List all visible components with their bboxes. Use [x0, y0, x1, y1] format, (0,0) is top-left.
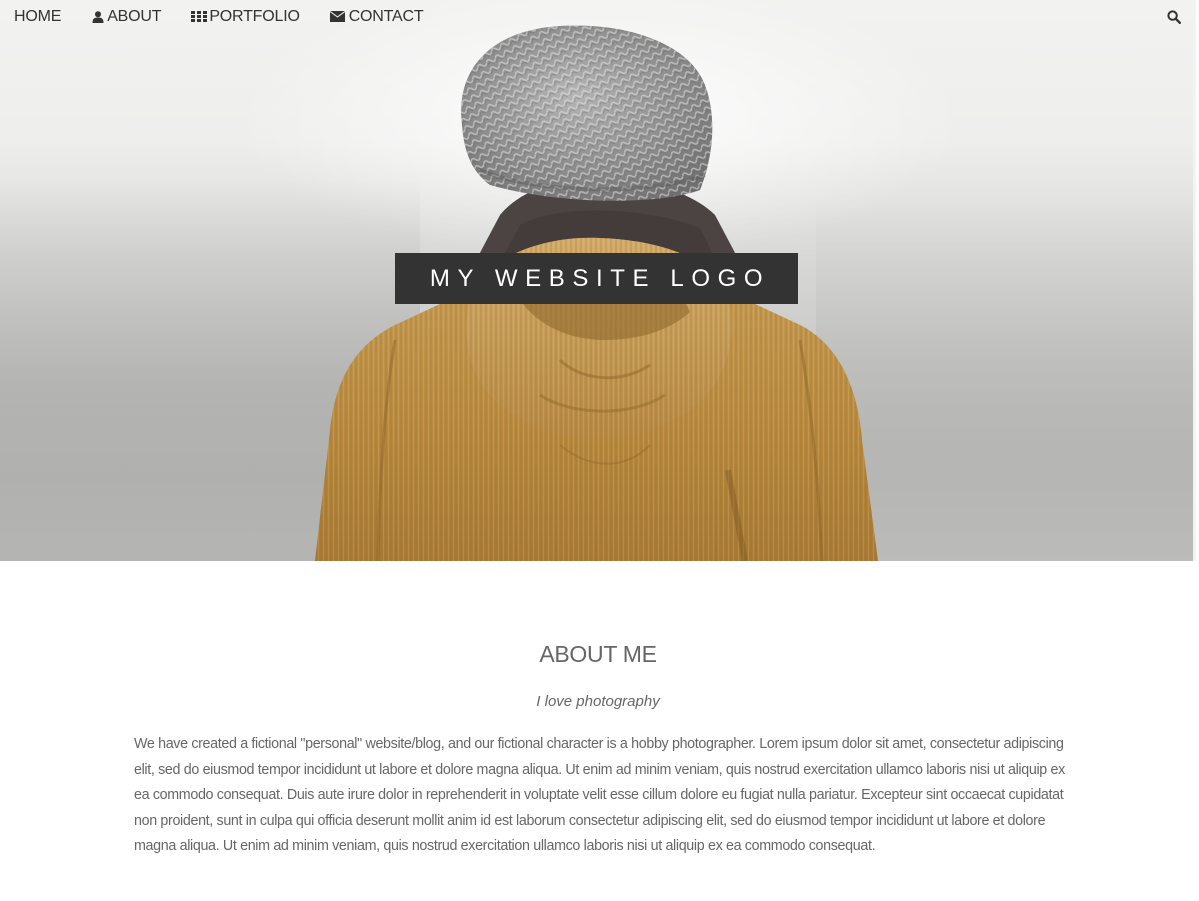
page: HOME ABOUT PORTFOLIO CONTACT MY WEBSITE …	[0, 0, 1199, 901]
hero-edge-strip	[1193, 0, 1196, 561]
nav-item-label: CONTACT	[348, 8, 424, 25]
nav-item-home[interactable]: HOME	[0, 0, 77, 34]
top-navbar: HOME ABOUT PORTFOLIO CONTACT	[0, 0, 1196, 34]
site-logo[interactable]: MY WEBSITE LOGO	[395, 253, 798, 304]
about-section: ABOUT ME I love photography We have crea…	[0, 561, 1196, 901]
about-subtitle: I love photography	[536, 693, 660, 710]
grid-icon	[191, 11, 208, 23]
nav-item-label: ABOUT	[107, 8, 162, 25]
user-icon	[92, 11, 106, 23]
search-icon	[1167, 10, 1181, 24]
nav-item-about[interactable]: ABOUT	[77, 0, 176, 34]
nav-item-portfolio[interactable]: PORTFOLIO	[176, 0, 314, 34]
about-title: ABOUT ME	[539, 641, 657, 667]
nav-item-label: PORTFOLIO	[209, 8, 300, 25]
about-body-text: We have created a fictional "personal" w…	[134, 736, 1065, 855]
nav-item-label: HOME	[14, 8, 62, 25]
search-button[interactable]	[1162, 0, 1186, 34]
site-logo-text: MY WEBSITE LOGO	[429, 264, 771, 292]
nav-item-contact[interactable]: CONTACT	[315, 0, 439, 34]
envelope-icon	[329, 11, 348, 23]
